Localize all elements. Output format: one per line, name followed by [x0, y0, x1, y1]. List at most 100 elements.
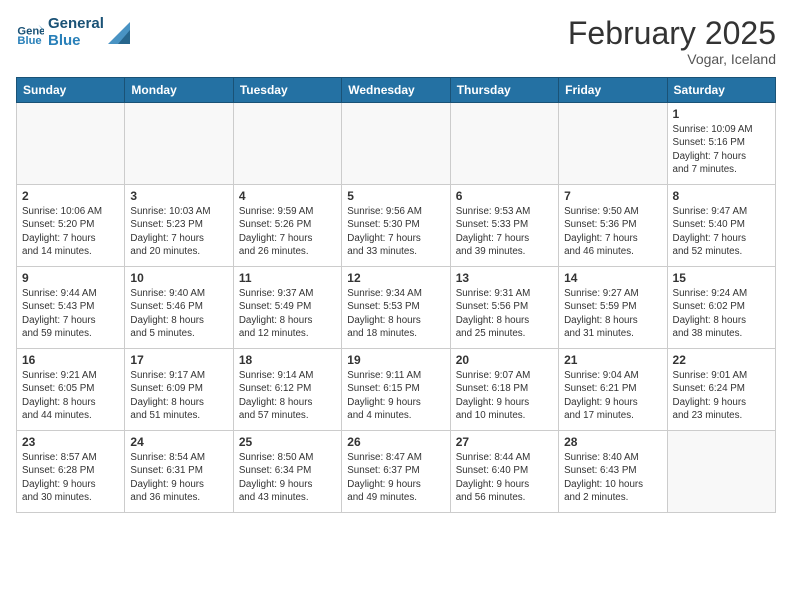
day-info: Sunrise: 9:07 AM Sunset: 6:18 PM Dayligh… — [456, 369, 553, 422]
col-header-thursday: Thursday — [450, 78, 558, 103]
day-info: Sunrise: 8:50 AM Sunset: 6:34 PM Dayligh… — [239, 451, 336, 504]
col-header-saturday: Saturday — [667, 78, 775, 103]
day-cell: 22 Sunrise: 9:01 AM Sunset: 6:24 PM Dayli… — [667, 349, 775, 431]
day-info: Sunrise: 9:11 AM Sunset: 6:15 PM Dayligh… — [347, 369, 444, 422]
day-cell: 19 Sunrise: 9:11 AM Sunset: 6:15 PM Dayli… — [342, 349, 450, 431]
day-cell — [17, 103, 125, 185]
day-info: Sunrise: 9:50 AM Sunset: 5:36 PM Dayligh… — [564, 205, 661, 258]
day-number: 1 — [673, 107, 770, 121]
week-row-4: 16 Sunrise: 9:21 AM Sunset: 6:05 PM Dayli… — [17, 349, 776, 431]
day-info: Sunrise: 9:24 AM Sunset: 6:02 PM Dayligh… — [673, 287, 770, 340]
day-cell: 3Sunrise: 10:03 AM Sunset: 5:23 PM Dayli… — [125, 185, 233, 267]
day-cell: 14 Sunrise: 9:27 AM Sunset: 5:59 PM Dayli… — [559, 267, 667, 349]
day-cell: 9 Sunrise: 9:44 AM Sunset: 5:43 PM Daylig… — [17, 267, 125, 349]
day-cell: 27Sunrise: 8:44 AM Sunset: 6:40 PM Dayli… — [450, 431, 558, 513]
day-number: 26 — [347, 435, 444, 449]
day-info: Sunrise: 9:53 AM Sunset: 5:33 PM Dayligh… — [456, 205, 553, 258]
day-number: 28 — [564, 435, 661, 449]
day-cell: 12 Sunrise: 9:34 AM Sunset: 5:53 PM Dayli… — [342, 267, 450, 349]
day-info: Sunrise: 9:59 AM Sunset: 5:26 PM Dayligh… — [239, 205, 336, 258]
day-info: Sunrise: 9:17 AM Sunset: 6:09 PM Dayligh… — [130, 369, 227, 422]
day-cell: 23 Sunrise: 8:57 AM Sunset: 6:28 PM Dayli… — [17, 431, 125, 513]
day-info: Sunrise: 8:47 AM Sunset: 6:37 PM Dayligh… — [347, 451, 444, 504]
week-row-1: 1 Sunrise: 10:09 AM Sunset: 5:16 PM Dayli… — [17, 103, 776, 185]
week-row-3: 9 Sunrise: 9:44 AM Sunset: 5:43 PM Daylig… — [17, 267, 776, 349]
day-cell — [667, 431, 775, 513]
day-cell: 24 Sunrise: 8:54 AM Sunset: 6:31 PM Dayli… — [125, 431, 233, 513]
day-cell: 4 Sunrise: 9:59 AM Sunset: 5:26 PM Daylig… — [233, 185, 341, 267]
week-row-5: 23 Sunrise: 8:57 AM Sunset: 6:28 PM Dayli… — [17, 431, 776, 513]
day-cell: 18 Sunrise: 9:14 AM Sunset: 6:12 PM Dayli… — [233, 349, 341, 431]
day-number: 12 — [347, 271, 444, 285]
logo-icon: General Blue — [16, 19, 44, 47]
logo-triangle-icon — [108, 22, 130, 44]
day-info: Sunrise: 9:27 AM Sunset: 5:59 PM Dayligh… — [564, 287, 661, 340]
logo-blue: Blue — [48, 33, 104, 50]
day-number: 18 — [239, 353, 336, 367]
day-info: Sunrise: 9:44 AM Sunset: 5:43 PM Dayligh… — [22, 287, 119, 340]
month-title: February 2025 — [568, 16, 776, 51]
day-info: Sunrise: 8:57 AM Sunset: 6:28 PM Dayligh… — [22, 451, 119, 504]
day-info: Sunrise: 9:34 AM Sunset: 5:53 PM Dayligh… — [347, 287, 444, 340]
day-info: Sunrise: 8:40 AM Sunset: 6:43 PM Dayligh… — [564, 451, 661, 504]
day-cell: 20Sunrise: 9:07 AM Sunset: 6:18 PM Dayli… — [450, 349, 558, 431]
day-info: Sunrise: 8:54 AM Sunset: 6:31 PM Dayligh… — [130, 451, 227, 504]
day-number: 23 — [22, 435, 119, 449]
day-info: Sunrise: 9:37 AM Sunset: 5:49 PM Dayligh… — [239, 287, 336, 340]
day-info: Sunrise: 9:31 AM Sunset: 5:56 PM Dayligh… — [456, 287, 553, 340]
day-number: 2 — [22, 189, 119, 203]
col-header-wednesday: Wednesday — [342, 78, 450, 103]
day-info: Sunrise: 8:44 AM Sunset: 6:40 PM Dayligh… — [456, 451, 553, 504]
day-cell — [233, 103, 341, 185]
day-cell: 5Sunrise: 9:56 AM Sunset: 5:30 PM Daylig… — [342, 185, 450, 267]
day-number: 8 — [673, 189, 770, 203]
svg-text:Blue: Blue — [17, 35, 41, 47]
day-number: 3 — [130, 189, 227, 203]
day-info: Sunrise: 10:09 AM Sunset: 5:16 PM Daylig… — [673, 123, 770, 176]
logo: General Blue General Blue — [16, 16, 130, 49]
day-cell — [450, 103, 558, 185]
day-info: Sunrise: 9:47 AM Sunset: 5:40 PM Dayligh… — [673, 205, 770, 258]
day-number: 13 — [456, 271, 553, 285]
col-header-sunday: Sunday — [17, 78, 125, 103]
day-number: 11 — [239, 271, 336, 285]
day-number: 16 — [22, 353, 119, 367]
day-cell: 11 Sunrise: 9:37 AM Sunset: 5:49 PM Dayli… — [233, 267, 341, 349]
day-info: Sunrise: 9:01 AM Sunset: 6:24 PM Dayligh… — [673, 369, 770, 422]
page: General Blue General Blue February 2025 … — [0, 0, 792, 525]
day-cell: 7Sunrise: 9:50 AM Sunset: 5:36 PM Daylig… — [559, 185, 667, 267]
day-number: 14 — [564, 271, 661, 285]
day-cell: 25Sunrise: 8:50 AM Sunset: 6:34 PM Dayli… — [233, 431, 341, 513]
day-cell: 26 Sunrise: 8:47 AM Sunset: 6:37 PM Dayli… — [342, 431, 450, 513]
day-cell: 16 Sunrise: 9:21 AM Sunset: 6:05 PM Dayli… — [17, 349, 125, 431]
calendar-table: SundayMondayTuesdayWednesdayThursdayFrid… — [16, 77, 776, 513]
day-number: 15 — [673, 271, 770, 285]
day-number: 24 — [130, 435, 227, 449]
day-number: 4 — [239, 189, 336, 203]
day-info: Sunrise: 9:14 AM Sunset: 6:12 PM Dayligh… — [239, 369, 336, 422]
day-number: 10 — [130, 271, 227, 285]
day-cell: 10Sunrise: 9:40 AM Sunset: 5:46 PM Dayli… — [125, 267, 233, 349]
day-cell: 8 Sunrise: 9:47 AM Sunset: 5:40 PM Daylig… — [667, 185, 775, 267]
col-header-tuesday: Tuesday — [233, 78, 341, 103]
day-cell: 13 Sunrise: 9:31 AM Sunset: 5:56 PM Dayli… — [450, 267, 558, 349]
logo-general: General — [48, 16, 104, 33]
calendar-header-row: SundayMondayTuesdayWednesdayThursdayFrid… — [17, 78, 776, 103]
day-number: 9 — [22, 271, 119, 285]
title-area: February 2025 Vogar, Iceland — [568, 16, 776, 67]
day-info: Sunrise: 9:21 AM Sunset: 6:05 PM Dayligh… — [22, 369, 119, 422]
day-info: Sunrise: 10:06 AM Sunset: 5:20 PM Daylig… — [22, 205, 119, 258]
day-cell: 15 Sunrise: 9:24 AM Sunset: 6:02 PM Dayli… — [667, 267, 775, 349]
day-cell: 2 Sunrise: 10:06 AM Sunset: 5:20 PM Dayli… — [17, 185, 125, 267]
day-info: Sunrise: 9:04 AM Sunset: 6:21 PM Dayligh… — [564, 369, 661, 422]
day-number: 6 — [456, 189, 553, 203]
day-number: 17 — [130, 353, 227, 367]
day-number: 19 — [347, 353, 444, 367]
day-cell: 1 Sunrise: 10:09 AM Sunset: 5:16 PM Dayli… — [667, 103, 775, 185]
day-cell: 6 Sunrise: 9:53 AM Sunset: 5:33 PM Daylig… — [450, 185, 558, 267]
col-header-friday: Friday — [559, 78, 667, 103]
day-number: 22 — [673, 353, 770, 367]
day-cell — [125, 103, 233, 185]
day-cell: 28 Sunrise: 8:40 AM Sunset: 6:43 PM Dayli… — [559, 431, 667, 513]
day-cell — [559, 103, 667, 185]
